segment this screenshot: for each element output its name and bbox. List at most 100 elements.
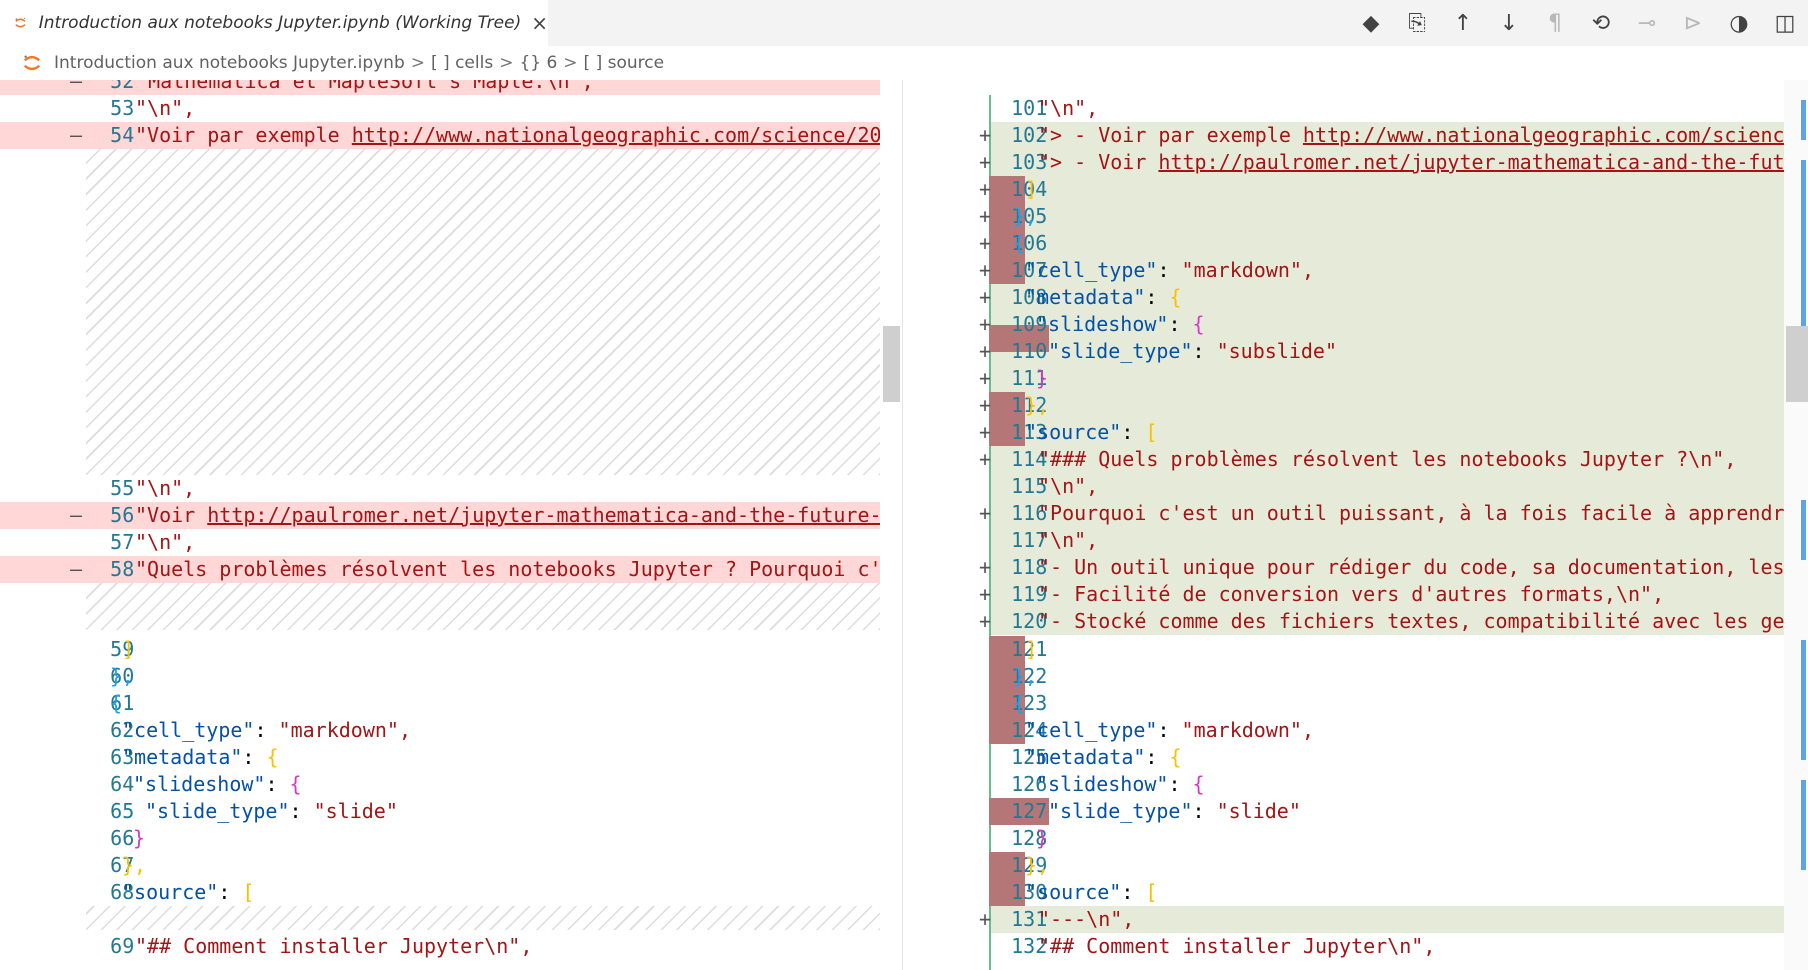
code-line[interactable]: 69 "## Comment installer Jupyter\n", <box>0 933 880 960</box>
code-line-inserted[interactable]: 113 + "source": [ <box>903 419 1784 446</box>
editor-tab[interactable]: Introduction aux notebooks Jupyter.ipynb… <box>0 0 548 46</box>
code-line-inserted[interactable]: 120 + "- Stocké comme des fichiers texte… <box>903 608 1784 635</box>
code-text: "Pourquoi c'est un outil puissant, à la … <box>1038 501 1784 525</box>
inline-view-icon[interactable]: ◑ <box>1716 0 1762 46</box>
code-line[interactable]: 115 "\n", <box>903 473 1784 500</box>
breadcrumb-cells[interactable]: [ ] cells <box>431 53 493 73</box>
json-value: { <box>1169 745 1182 769</box>
line-number: 55 <box>110 476 135 500</box>
code-line-inserted[interactable]: 114 + "### Quels problèmes résolvent les… <box>903 446 1784 473</box>
code-line-removed[interactable]: 54 — "Voir par exemple http://www.nation… <box>0 122 880 149</box>
code-line-inserted[interactable]: 105 + }, <box>903 203 1784 230</box>
code-text: "Mathematica et MapleSoft's Maple.\n", <box>112 80 594 93</box>
original-pane[interactable]: 52 — "Mathematica et MapleSoft's Maple.\… <box>0 80 880 970</box>
code-text: { <box>1013 231 1026 255</box>
code-line-inserted[interactable]: 104 + ] <box>903 176 1784 203</box>
code-line[interactable]: 128 } <box>903 825 1784 852</box>
line-number: 61 <box>110 691 135 715</box>
link[interactable]: http://www.nationalgeographic.com/scienc… <box>352 123 880 147</box>
code-line[interactable]: 129 }, <box>903 852 1784 879</box>
code-line[interactable]: 101 "\n", <box>903 95 1784 122</box>
breadcrumb-source[interactable]: [ ] source <box>584 53 665 73</box>
code-line-inserted[interactable]: 116 + "Pourquoi c'est un outil puissant,… <box>903 500 1784 527</box>
code-line-inserted[interactable]: 110 + "slide_type": "subslide" <box>903 338 1784 365</box>
code-text: "## Comment installer Jupyter\n", <box>1038 934 1436 958</box>
code-line-inserted[interactable]: 111 + } <box>903 365 1784 392</box>
code-line[interactable]: 60 }, <box>0 663 880 690</box>
json-key: "cell_type" <box>122 718 255 742</box>
diff-editor[interactable]: 52 — "Mathematica et MapleSoft's Maple.\… <box>0 80 1808 970</box>
json-value: "subslide" <box>1216 339 1338 363</box>
breadcrumb: Introduction aux notebooks Jupyter.ipynb… <box>0 46 1808 80</box>
code-line[interactable]: 67 }, <box>0 852 880 879</box>
code-line[interactable]: 65 "slide_type": "slide" <box>0 798 880 825</box>
code-line[interactable]: 122 }, <box>903 663 1784 690</box>
breadcrumb-cell-index[interactable]: {} 6 <box>519 53 557 73</box>
inserted-marker: + <box>978 258 992 282</box>
code-line[interactable]: 57 "\n", <box>0 529 880 556</box>
json-value: "markdown", <box>1181 258 1314 282</box>
breadcrumb-file[interactable]: Introduction aux notebooks Jupyter.ipynb <box>54 53 405 73</box>
modified-pane[interactable]: 101 "\n", 102 + "> - Voir par exemple ht… <box>903 80 1784 970</box>
link[interactable]: http://paulromer.net/jupyter-mathematica… <box>1158 150 1784 174</box>
split-editor-icon[interactable]: ◫ <box>1762 0 1808 46</box>
code-line-inserted[interactable]: 118 + "- Un outil unique pour rédiger du… <box>903 554 1784 581</box>
code-line[interactable]: 127 "slide_type": "slide" <box>903 798 1784 825</box>
code-line-removed[interactable]: 52 — "Mathematica et MapleSoft's Maple.\… <box>0 80 880 95</box>
json-key: "source" <box>1025 880 1122 904</box>
code-text: }, <box>1025 393 1050 417</box>
revert-icon[interactable]: ⟲ <box>1578 0 1624 46</box>
scrollbar-thumb[interactable] <box>883 326 900 402</box>
code-text: "- Facilité de conversion vers d'autres … <box>1038 582 1665 606</box>
code-line[interactable]: 63 "metadata": { <box>0 744 880 771</box>
code-line-inserted[interactable]: 108 + "metadata": { <box>903 284 1784 311</box>
link[interactable]: http://www.nationalgeographic.com/scienc… <box>1303 123 1784 147</box>
code-text: "\n", <box>135 96 196 120</box>
link[interactable]: http://paulromer.net/jupyter-mathematica… <box>207 503 880 527</box>
code-line-inserted[interactable]: 103 + "> - Voir http://paulromer.net/jup… <box>903 149 1784 176</box>
open-changes-icon[interactable]: ◆ <box>1348 0 1394 46</box>
breadcrumb-separator: > <box>410 53 425 73</box>
render-whitespace-icon[interactable]: ¶ <box>1532 0 1578 46</box>
code-line-inserted[interactable]: 112 + }, <box>903 392 1784 419</box>
commit-icon[interactable]: ⊸ <box>1624 0 1670 46</box>
code-line-inserted[interactable]: 106 + { <box>903 230 1784 257</box>
previous-change-icon[interactable]: ↑ <box>1440 0 1486 46</box>
open-file-icon[interactable]: ⎘ <box>1394 0 1440 46</box>
json-value: { <box>266 745 279 769</box>
code-line[interactable]: 61 { <box>0 690 880 717</box>
code-line[interactable]: 64 "slideshow": { <box>0 771 880 798</box>
json-value: [ <box>242 880 255 904</box>
code-line-inserted[interactable]: 109 + "slideshow": { <box>903 311 1784 338</box>
code-line[interactable]: 55 "\n", <box>0 475 880 502</box>
code-line-removed[interactable]: 58 — "Quels problèmes résolvent les note… <box>0 556 880 583</box>
code-line[interactable]: 117 "\n", <box>903 527 1784 554</box>
line-number: 57 <box>110 530 135 554</box>
code-line[interactable]: 132 "## Comment installer Jupyter\n", <box>903 933 1784 960</box>
code-line[interactable]: 68 "source": [ <box>0 879 880 906</box>
next-commit-icon[interactable]: ⊳ <box>1670 0 1716 46</box>
code-line[interactable]: 125 "metadata": { <box>903 744 1784 771</box>
overview-ruler[interactable] <box>1784 80 1808 970</box>
code-line[interactable]: 53 "\n", <box>0 95 880 122</box>
inserted-marker: + <box>978 339 992 363</box>
next-change-icon[interactable]: ↓ <box>1486 0 1532 46</box>
json-key: "cell_type" <box>1025 258 1158 282</box>
code-text: "- Stocké comme des fichiers textes, com… <box>1038 609 1784 633</box>
code-line[interactable]: 121 ] <box>903 636 1784 663</box>
code-line-inserted[interactable]: 102 + "> - Voir par exemple http://www.n… <box>903 122 1784 149</box>
code-line[interactable]: 126 "slideshow": { <box>903 771 1784 798</box>
close-icon[interactable]: × <box>531 11 548 35</box>
code-line[interactable]: 59 ] <box>0 636 880 663</box>
code-line-inserted[interactable]: 107 + "cell_type": "markdown", <box>903 257 1784 284</box>
code-line-inserted[interactable]: 131 + "---\n", <box>903 906 1784 933</box>
code-line[interactable]: 130 "source": [ <box>903 879 1784 906</box>
code-line[interactable]: 123 { <box>903 690 1784 717</box>
original-scrollbar[interactable] <box>880 80 902 970</box>
code-line-removed[interactable]: 56 — "Voir http://paulromer.net/jupyter-… <box>0 502 880 529</box>
scrollbar-thumb[interactable] <box>1786 326 1808 402</box>
code-line[interactable]: 62 "cell_type": "markdown", <box>0 717 880 744</box>
code-line-inserted[interactable]: 119 + "- Facilité de conversion vers d'a… <box>903 581 1784 608</box>
code-line[interactable]: 124 "cell_type": "markdown", <box>903 717 1784 744</box>
code-line[interactable]: 66 } <box>0 825 880 852</box>
